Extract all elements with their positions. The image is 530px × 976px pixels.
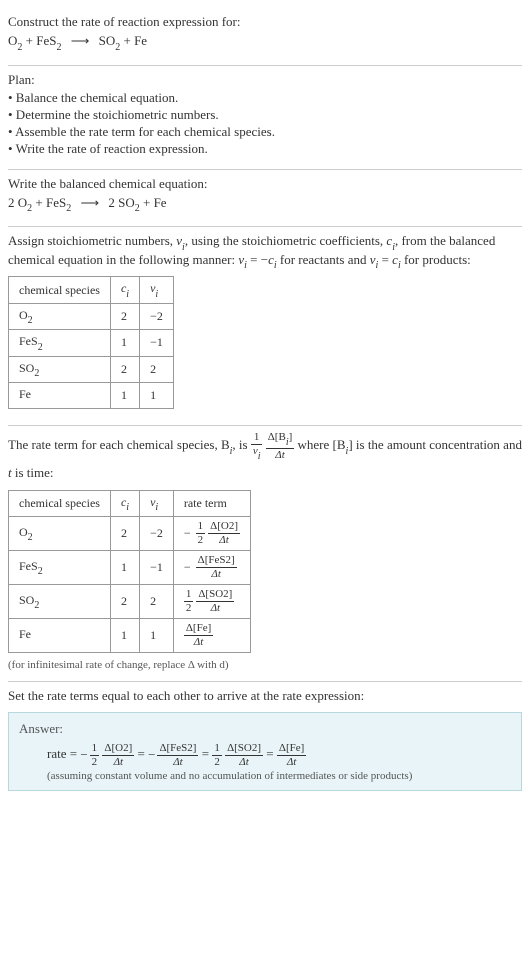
answer-box: Answer: rate = −12 Δ[O2]Δt = −Δ[FeS2]Δt … xyxy=(8,712,522,791)
plan-item: • Balance the chemical equation. xyxy=(8,90,522,106)
plan-list: • Balance the chemical equation. • Deter… xyxy=(8,90,522,157)
table-header-row: chemical species ci νi rate term xyxy=(9,490,251,516)
plan-item: • Write the rate of reaction expression. xyxy=(8,141,522,157)
product-so2: SO2 xyxy=(99,33,121,48)
balanced-equation: 2 O2 + FeS2 ⟶ 2 SO2 + Fe xyxy=(8,195,522,214)
table-row: FeS2 1 −1 − Δ[FeS2]Δt xyxy=(9,551,251,585)
reactant-fes2: FeS2 xyxy=(36,33,61,48)
table-row: Fe 1 1 xyxy=(9,382,174,408)
table-row: SO2 2 2 xyxy=(9,356,174,382)
prompt-section: Construct the rate of reaction expressio… xyxy=(8,8,522,66)
col-species: chemical species xyxy=(9,277,111,303)
stoich-intro: Assign stoichiometric numbers, νi, using… xyxy=(8,233,522,270)
table-row: SO2 2 2 12 Δ[SO2]Δt xyxy=(9,585,251,619)
answer-note: (assuming constant volume and no accumul… xyxy=(19,770,511,782)
rateterm-table: chemical species ci νi rate term O2 2 −2… xyxy=(8,490,251,653)
plan-item: • Determine the stoichiometric numbers. xyxy=(8,107,522,123)
reaction-arrow-icon: ⟶ xyxy=(71,33,90,49)
stoich-section: Assign stoichiometric numbers, νi, using… xyxy=(8,227,522,426)
reactant-o2: O2 xyxy=(8,33,22,48)
frac-dbi-dt: Δ[Bi]Δt xyxy=(266,432,295,460)
col-vi: νi xyxy=(140,277,174,303)
rateterm-footnote: (for infinitesimal rate of change, repla… xyxy=(8,659,522,671)
plan-item: • Assemble the rate term for each chemic… xyxy=(8,124,522,140)
table-header-row: chemical species ci νi xyxy=(9,277,174,303)
table-row: Fe 1 1 Δ[Fe]Δt xyxy=(9,619,251,653)
rateterm-section: The rate term for each chemical species,… xyxy=(8,426,522,682)
col-ci: ci xyxy=(110,277,139,303)
table-row: O2 2 −2 xyxy=(9,303,174,329)
stoich-table: chemical species ci νi O2 2 −2 FeS2 1 −1… xyxy=(8,276,174,409)
plan-title: Plan: xyxy=(8,72,522,88)
balanced-section: Write the balanced chemical equation: 2 … xyxy=(8,170,522,228)
final-section: Set the rate terms equal to each other t… xyxy=(8,682,522,706)
rateterm-intro: The rate term for each chemical species,… xyxy=(8,432,522,484)
product-fe: Fe xyxy=(134,33,147,48)
prompt-title: Construct the rate of reaction expressio… xyxy=(8,14,522,30)
final-title: Set the rate terms equal to each other t… xyxy=(8,688,522,704)
answer-expression: rate = −12 Δ[O2]Δt = −Δ[FeS2]Δt = 12 Δ[S… xyxy=(19,741,511,768)
answer-label: Answer: xyxy=(19,721,511,737)
frac-one-over-nu: 1νi xyxy=(251,432,263,460)
prompt-equation: O2 + FeS2 ⟶ SO2 + Fe xyxy=(8,33,522,52)
reaction-arrow-icon: ⟶ xyxy=(80,195,99,211)
table-row: FeS2 1 −1 xyxy=(9,330,174,356)
table-row: O2 2 −2 − 12 Δ[O2]Δt xyxy=(9,517,251,551)
balanced-title: Write the balanced chemical equation: xyxy=(8,176,522,192)
plan-section: Plan: • Balance the chemical equation. •… xyxy=(8,66,522,170)
